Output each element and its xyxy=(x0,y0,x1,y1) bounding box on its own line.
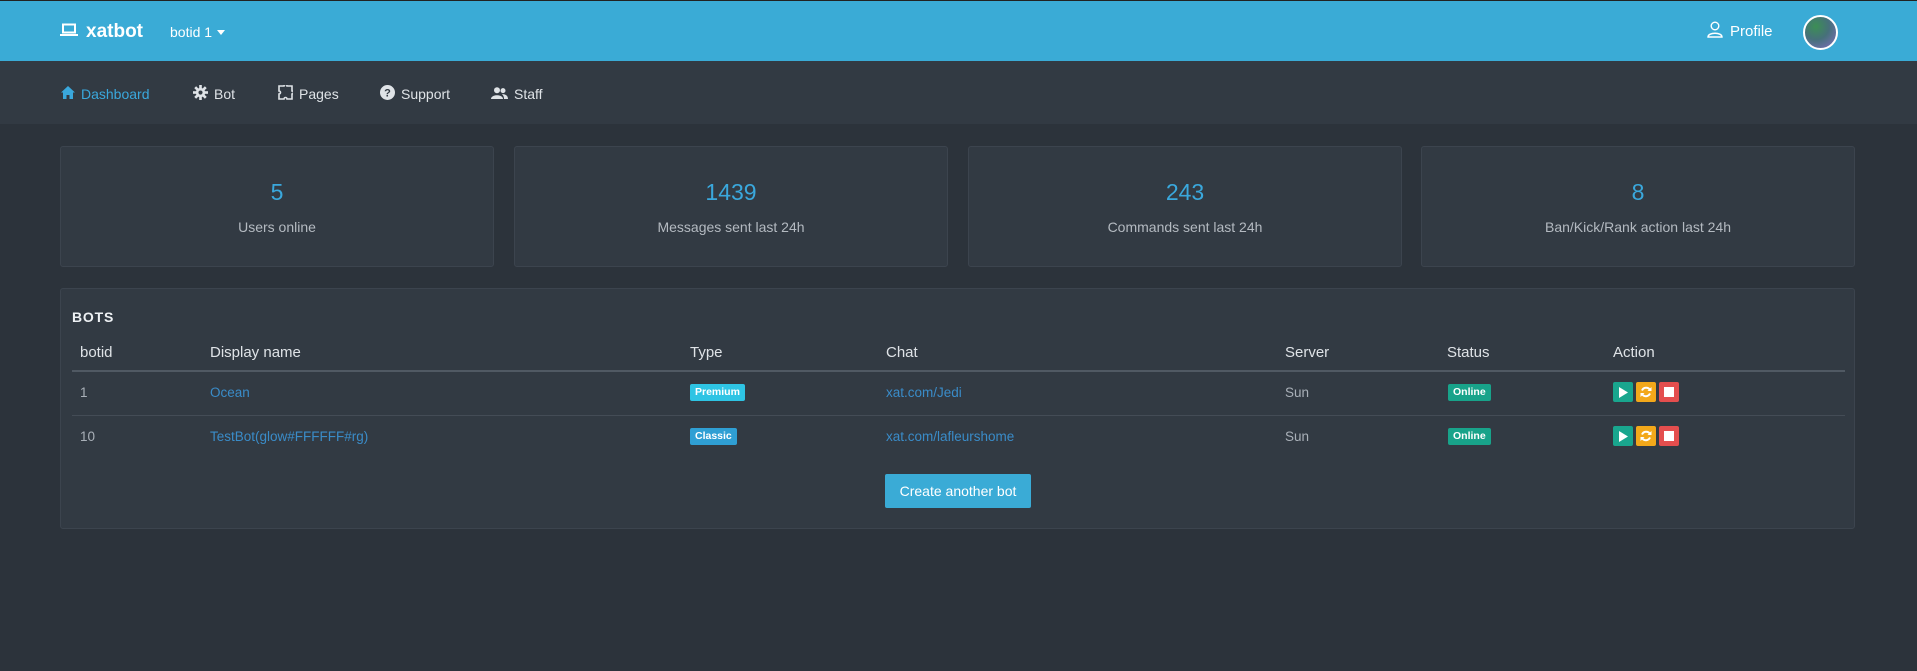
bot-display-name-link[interactable]: TestBot(glow#FFFFFF#rg) xyxy=(210,429,368,444)
laptop-icon xyxy=(60,21,78,43)
gear-icon xyxy=(193,85,208,103)
botid-dropdown[interactable]: botid 1 xyxy=(170,23,226,41)
stat-value: 8 xyxy=(1631,179,1645,205)
column-header-server: Server xyxy=(1285,344,1330,361)
svg-text:?: ? xyxy=(384,88,391,100)
nav-dashboard[interactable]: Dashboard xyxy=(61,84,150,104)
stop-icon xyxy=(1664,387,1674,397)
stat-card-users-online: 5 Users online xyxy=(60,146,494,267)
chat-link[interactable]: xat.com/lafleurshome xyxy=(886,429,1014,444)
type-badge: Classic xyxy=(690,428,737,445)
cell-server: Sun xyxy=(1285,429,1310,444)
stat-label: Ban/Kick/Rank action last 24h xyxy=(1545,219,1731,235)
panel-title: BOTS xyxy=(72,309,115,325)
nav-staff[interactable]: Staff xyxy=(491,84,543,104)
column-header-action: Action xyxy=(1613,344,1655,361)
nav-staff-label: Staff xyxy=(514,86,543,102)
refresh-icon xyxy=(1640,430,1652,442)
stat-card-messages: 1439 Messages sent last 24h xyxy=(514,146,948,267)
question-icon: ? xyxy=(380,85,395,103)
nav-dashboard-label: Dashboard xyxy=(81,86,150,102)
stop-bot-button[interactable] xyxy=(1659,382,1679,402)
play-icon xyxy=(1619,386,1628,398)
nav-pages-label: Pages xyxy=(299,86,339,102)
start-bot-button[interactable] xyxy=(1613,382,1633,402)
puzzle-icon xyxy=(278,83,295,103)
home-icon xyxy=(61,86,75,102)
restart-bot-button[interactable] xyxy=(1636,426,1656,446)
create-bot-button[interactable]: Create another bot xyxy=(885,474,1031,508)
stat-card-moderation: 8 Ban/Kick/Rank action last 24h xyxy=(1421,146,1855,267)
users-icon xyxy=(491,86,508,102)
column-header-chat: Chat xyxy=(886,344,918,361)
stat-card-commands: 243 Commands sent last 24h xyxy=(968,146,1402,267)
stat-label: Commands sent last 24h xyxy=(1107,219,1263,235)
start-bot-button[interactable] xyxy=(1613,426,1633,446)
column-header-type: Type xyxy=(690,344,723,361)
main-nav: Dashboard Bot Pages ? Support Staff xyxy=(0,61,1917,124)
nav-bot[interactable]: Bot xyxy=(193,84,235,104)
caret-down-icon xyxy=(217,29,226,35)
chat-link[interactable]: xat.com/Jedi xyxy=(886,385,962,400)
cell-server: Sun xyxy=(1285,385,1310,400)
stat-label: Users online xyxy=(238,219,316,235)
user-icon xyxy=(1707,21,1723,42)
nav-support[interactable]: ? Support xyxy=(380,84,450,104)
stat-value: 5 xyxy=(270,179,284,205)
stop-icon xyxy=(1664,431,1674,441)
avatar[interactable] xyxy=(1803,15,1838,50)
stat-value: 243 xyxy=(1165,179,1205,205)
stat-value: 1439 xyxy=(705,179,757,205)
nav-support-label: Support xyxy=(401,86,451,102)
nav-pages[interactable]: Pages xyxy=(278,83,339,104)
refresh-icon xyxy=(1640,386,1652,398)
brand-link[interactable]: xatbot xyxy=(60,20,143,44)
top-bar: xatbot botid 1 Profile xyxy=(0,0,1917,61)
column-header-botid: botid xyxy=(80,344,113,361)
restart-bot-button[interactable] xyxy=(1636,382,1656,402)
column-header-status: Status xyxy=(1447,344,1490,361)
column-header-display-name: Display name xyxy=(210,344,301,361)
nav-bot-label: Bot xyxy=(214,86,236,102)
stop-bot-button[interactable] xyxy=(1659,426,1679,446)
cell-botid: 1 xyxy=(80,385,88,400)
type-badge: Premium xyxy=(690,384,745,401)
profile-label: Profile xyxy=(1730,22,1773,40)
row-divider xyxy=(72,415,1845,416)
stat-label: Messages sent last 24h xyxy=(657,219,805,235)
brand-name: xatbot xyxy=(86,21,143,42)
bots-panel: BOTS botid Display name Type Chat Server… xyxy=(60,288,1855,529)
profile-link[interactable]: Profile xyxy=(1707,21,1773,41)
status-badge: Online xyxy=(1448,428,1491,445)
status-badge: Online xyxy=(1448,384,1491,401)
bot-display-name-link[interactable]: Ocean xyxy=(210,385,250,400)
cell-botid: 10 xyxy=(80,429,96,444)
play-icon xyxy=(1619,430,1628,442)
table-header-divider xyxy=(72,370,1845,372)
botid-dropdown-label: botid 1 xyxy=(170,24,213,40)
